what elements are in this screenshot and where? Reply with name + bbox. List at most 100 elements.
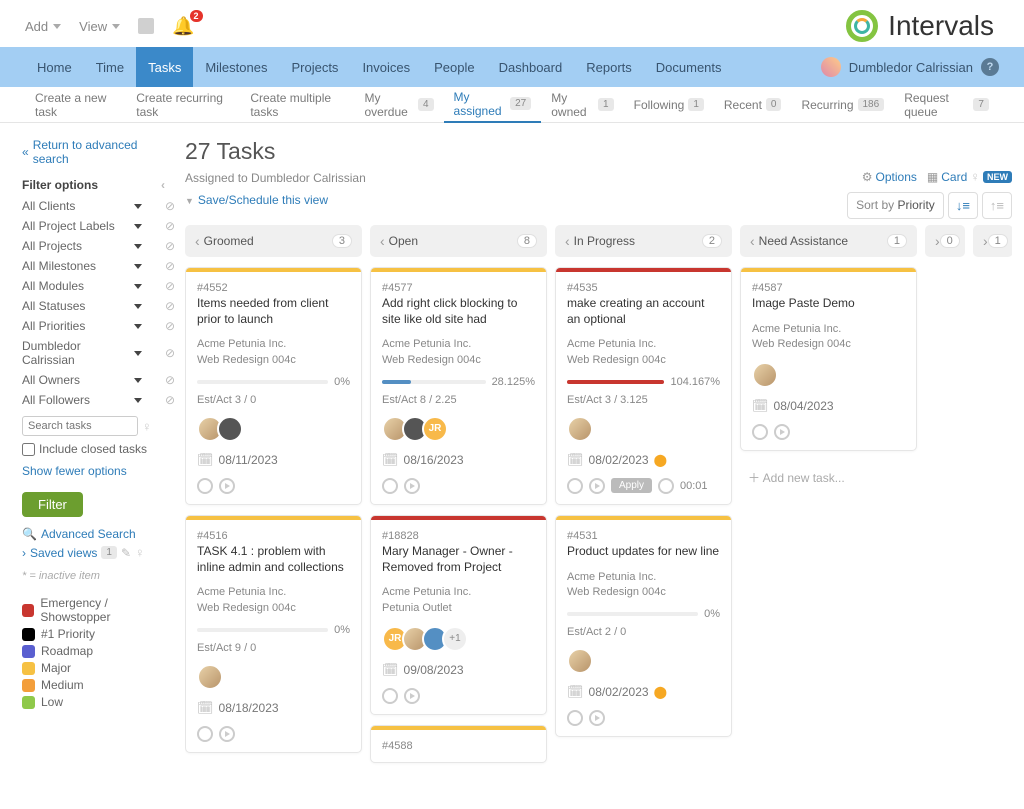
clear-icon[interactable]: ⊘: [165, 373, 175, 387]
collapse-icon[interactable]: ‹: [161, 178, 165, 192]
task-meta: Acme Petunia Inc.Web Redesign 004c: [382, 337, 535, 368]
filter-select[interactable]: All Milestones: [22, 259, 142, 273]
filter-select[interactable]: All Project Labels: [22, 219, 142, 233]
more-avatars[interactable]: +1: [442, 626, 468, 652]
advanced-search-link[interactable]: 🔍 Advanced Search: [22, 527, 175, 541]
filter-select[interactable]: All Modules: [22, 279, 142, 293]
clear-icon[interactable]: ⊘: [165, 299, 175, 313]
task-card[interactable]: #4516TASK 4.1 : problem with inline admi…: [185, 515, 362, 753]
include-closed-checkbox[interactable]: [22, 443, 35, 456]
user-menu[interactable]: Dumbledor Calrissian ?: [821, 57, 999, 77]
nav-milestones[interactable]: Milestones: [193, 47, 279, 87]
clear-icon[interactable]: ⊘: [165, 319, 175, 333]
filter-button[interactable]: Filter: [22, 492, 83, 517]
show-fewer-link[interactable]: Show fewer options: [22, 464, 127, 478]
clear-icon[interactable]: ⊘: [165, 259, 175, 273]
subnav-item[interactable]: Create multiple tasks: [240, 87, 354, 123]
timer-icon[interactable]: [752, 424, 768, 440]
column-header[interactable]: ‹In Progress2: [555, 225, 732, 257]
clear-icon[interactable]: ⊘: [165, 346, 175, 360]
column-header[interactable]: ‹Need Assistance1: [740, 225, 917, 257]
filter-select[interactable]: All Followers: [22, 393, 142, 407]
clear-icon[interactable]: ⊘: [165, 239, 175, 253]
task-card[interactable]: #4531Product updates for new lineAcme Pe…: [555, 515, 732, 737]
play-icon[interactable]: [774, 424, 790, 440]
main-nav: HomeTimeTasksMilestonesProjectsInvoicesP…: [0, 47, 1024, 87]
timer-icon[interactable]: [197, 726, 213, 742]
filter-select[interactable]: All Projects: [22, 239, 142, 253]
task-card[interactable]: #4535make creating an account an optiona…: [555, 267, 732, 505]
saved-views-link[interactable]: › Saved views 1 ✎ ♀: [22, 545, 175, 560]
nav-dashboard[interactable]: Dashboard: [487, 47, 575, 87]
column-header[interactable]: ›1: [973, 225, 1012, 257]
nav-documents[interactable]: Documents: [644, 47, 734, 87]
timer-icon[interactable]: [197, 478, 213, 494]
clear-icon[interactable]: ⊘: [165, 279, 175, 293]
legend-item: Roadmap: [22, 644, 175, 658]
subnav-item[interactable]: Following1: [624, 87, 714, 123]
timer-icon[interactable]: [382, 688, 398, 704]
column-header[interactable]: ‹Groomed3: [185, 225, 362, 257]
nav-people[interactable]: People: [422, 47, 486, 87]
subnav-item[interactable]: My overdue4: [354, 87, 443, 123]
search-input[interactable]: [22, 416, 138, 436]
help-icon[interactable]: ?: [981, 58, 999, 76]
subnav-item[interactable]: Request queue7: [894, 87, 999, 123]
task-card[interactable]: #4587Image Paste DemoAcme Petunia Inc.We…: [740, 267, 917, 451]
avatar-icon: JR: [422, 416, 448, 442]
assignee-avatars: JR+1: [382, 626, 535, 652]
hint-icon[interactable]: ♀: [142, 419, 152, 434]
nav-projects[interactable]: Projects: [279, 47, 350, 87]
add-task-link[interactable]: ＋ Add new task...: [740, 461, 917, 494]
sort-desc-button[interactable]: ↑≡: [982, 192, 1012, 219]
filter-select[interactable]: All Owners: [22, 373, 142, 387]
nav-invoices[interactable]: Invoices: [350, 47, 422, 87]
subnav-item[interactable]: Create recurring task: [126, 87, 240, 123]
view-menu[interactable]: View: [79, 19, 120, 34]
timer-icon[interactable]: [382, 478, 398, 494]
apply-button[interactable]: Apply: [611, 478, 652, 493]
play-icon[interactable]: [404, 478, 420, 494]
nav-time[interactable]: Time: [84, 47, 136, 87]
hint-icon[interactable]: ♀: [135, 545, 145, 560]
sort-select[interactable]: Sort by Priority: [847, 192, 944, 219]
nav-tasks[interactable]: Tasks: [136, 47, 193, 87]
subnav-item[interactable]: Create a new task: [25, 87, 126, 123]
play-icon[interactable]: [219, 478, 235, 494]
timer-icon[interactable]: [567, 478, 583, 494]
options-link[interactable]: ⚙Options: [862, 170, 917, 184]
filter-select[interactable]: All Statuses: [22, 299, 142, 313]
nav-home[interactable]: Home: [25, 47, 84, 87]
clear-icon[interactable]: ⊘: [165, 393, 175, 407]
task-card[interactable]: #4552Items needed from client prior to l…: [185, 267, 362, 505]
filter-select[interactable]: All Clients: [22, 199, 142, 213]
notes-icon[interactable]: [138, 18, 154, 34]
return-link[interactable]: « Return to advanced search: [22, 138, 175, 166]
play-icon[interactable]: [589, 710, 605, 726]
clear-icon[interactable]: ⊘: [165, 199, 175, 213]
page-title: 27 Tasks: [185, 138, 1012, 165]
subnav-item[interactable]: My owned1: [541, 87, 623, 123]
pencil-icon[interactable]: ✎: [121, 546, 131, 560]
play-icon[interactable]: [404, 688, 420, 704]
play-icon[interactable]: [589, 478, 605, 494]
est-act: Est/Act 3 / 3.125: [567, 394, 720, 406]
sort-asc-button[interactable]: ↓≡: [948, 192, 978, 219]
play-icon[interactable]: [219, 726, 235, 742]
task-card[interactable]: #4577Add right click blocking to site li…: [370, 267, 547, 505]
subnav-item[interactable]: Recent0: [714, 87, 792, 123]
subnav-item[interactable]: My assigned27: [444, 87, 542, 123]
clear-icon[interactable]: ⊘: [165, 219, 175, 233]
task-card[interactable]: #4588: [370, 725, 547, 763]
column-header[interactable]: ‹Open8: [370, 225, 547, 257]
filter-select[interactable]: Dumbledor Calrissian: [22, 339, 142, 367]
card-view-link[interactable]: ▦Card ♀ NEW: [927, 169, 1012, 184]
notifications-icon[interactable]: 🔔2: [172, 16, 194, 37]
subnav-item[interactable]: Recurring186: [791, 87, 894, 123]
column-header[interactable]: ›0: [925, 225, 965, 257]
filter-select[interactable]: All Priorities: [22, 319, 142, 333]
nav-reports[interactable]: Reports: [574, 47, 644, 87]
timer-icon[interactable]: [567, 710, 583, 726]
add-menu[interactable]: Add: [25, 19, 61, 34]
task-card[interactable]: #18828Mary Manager - Owner - Removed fro…: [370, 515, 547, 715]
